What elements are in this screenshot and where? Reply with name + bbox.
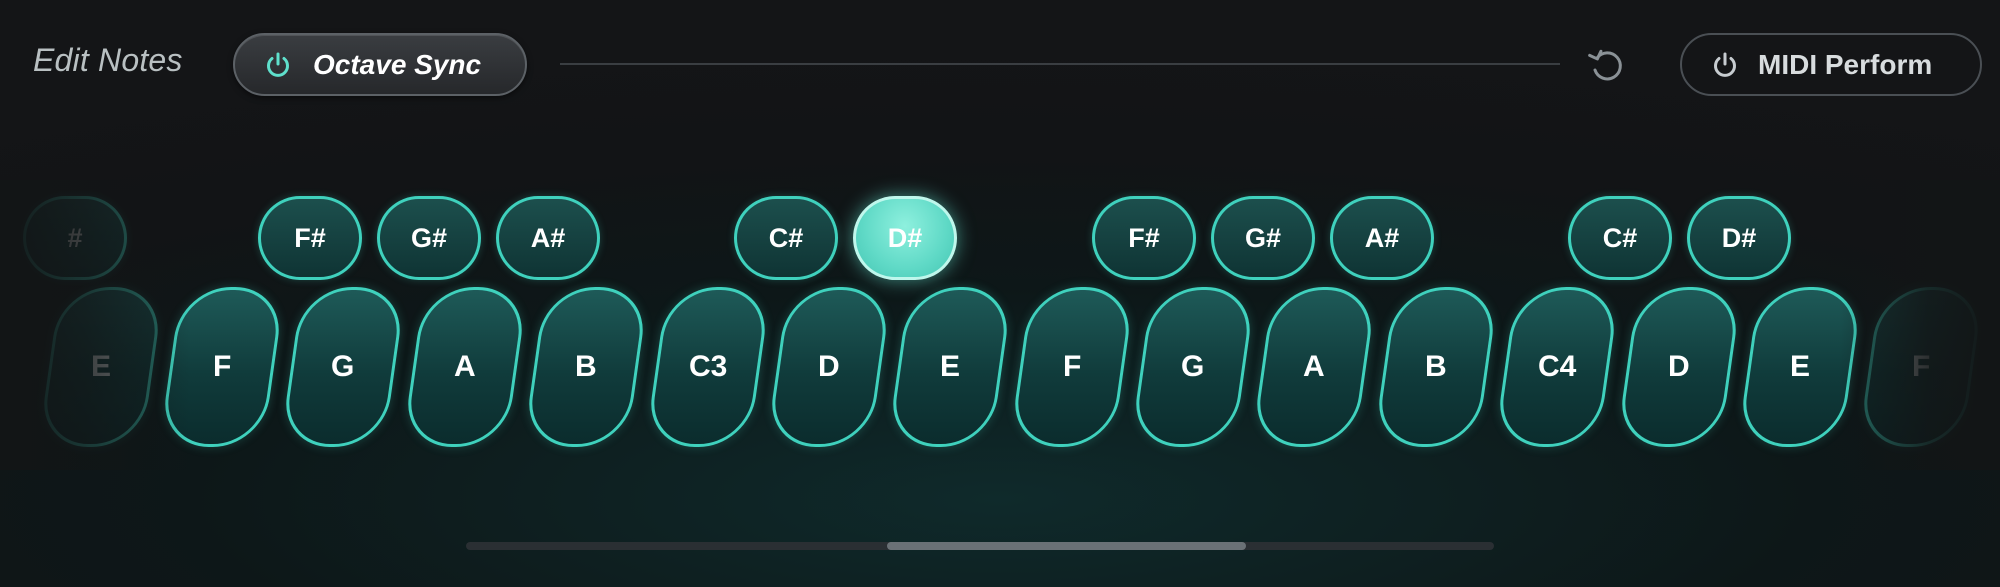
header-divider xyxy=(560,63,1560,65)
white-key[interactable]: C4 xyxy=(1493,287,1621,447)
horizontal-scrollbar[interactable] xyxy=(466,542,1494,550)
white-key[interactable]: A xyxy=(1250,287,1378,447)
white-key[interactable]: G xyxy=(1129,287,1257,447)
black-key[interactable]: A# xyxy=(496,196,600,280)
black-key[interactable]: F# xyxy=(258,196,362,280)
page-title: Edit Notes xyxy=(33,42,183,78)
black-key-active[interactable]: D# xyxy=(853,196,957,280)
octave-sync-label: Octave Sync xyxy=(313,48,482,80)
white-key[interactable]: G xyxy=(279,287,407,447)
white-key[interactable]: C3 xyxy=(644,287,772,447)
black-key[interactable]: C# xyxy=(1568,196,1672,280)
undo-button[interactable] xyxy=(1585,44,1629,88)
black-key[interactable]: C# xyxy=(734,196,838,280)
white-key[interactable]: F xyxy=(1008,287,1136,447)
scrollbar-thumb[interactable] xyxy=(887,542,1246,550)
power-icon xyxy=(263,50,293,80)
white-key[interactable]: D xyxy=(765,287,893,447)
white-key[interactable]: E xyxy=(37,287,165,447)
black-key[interactable]: F# xyxy=(1092,196,1196,280)
white-key[interactable]: F xyxy=(158,287,286,447)
white-key[interactable]: A xyxy=(401,287,529,447)
white-key[interactable]: D xyxy=(1615,287,1743,447)
black-key[interactable]: D# xyxy=(1687,196,1791,280)
white-key[interactable]: B xyxy=(1372,287,1500,447)
power-icon xyxy=(1710,50,1740,80)
octave-sync-toggle[interactable]: Octave Sync xyxy=(233,33,527,96)
white-key[interactable]: F xyxy=(1857,287,1985,447)
undo-icon xyxy=(1585,44,1629,88)
black-key[interactable]: A# xyxy=(1330,196,1434,280)
black-key[interactable]: G# xyxy=(1211,196,1315,280)
white-key[interactable]: E xyxy=(1736,287,1864,447)
midi-perform-label: MIDI Perform xyxy=(1758,48,1933,80)
midi-perform-toggle[interactable]: MIDI Perform xyxy=(1680,33,1982,96)
black-key[interactable]: G# xyxy=(377,196,481,280)
white-key[interactable]: E xyxy=(886,287,1014,447)
white-key[interactable]: B xyxy=(522,287,650,447)
black-key[interactable]: # xyxy=(23,196,127,280)
